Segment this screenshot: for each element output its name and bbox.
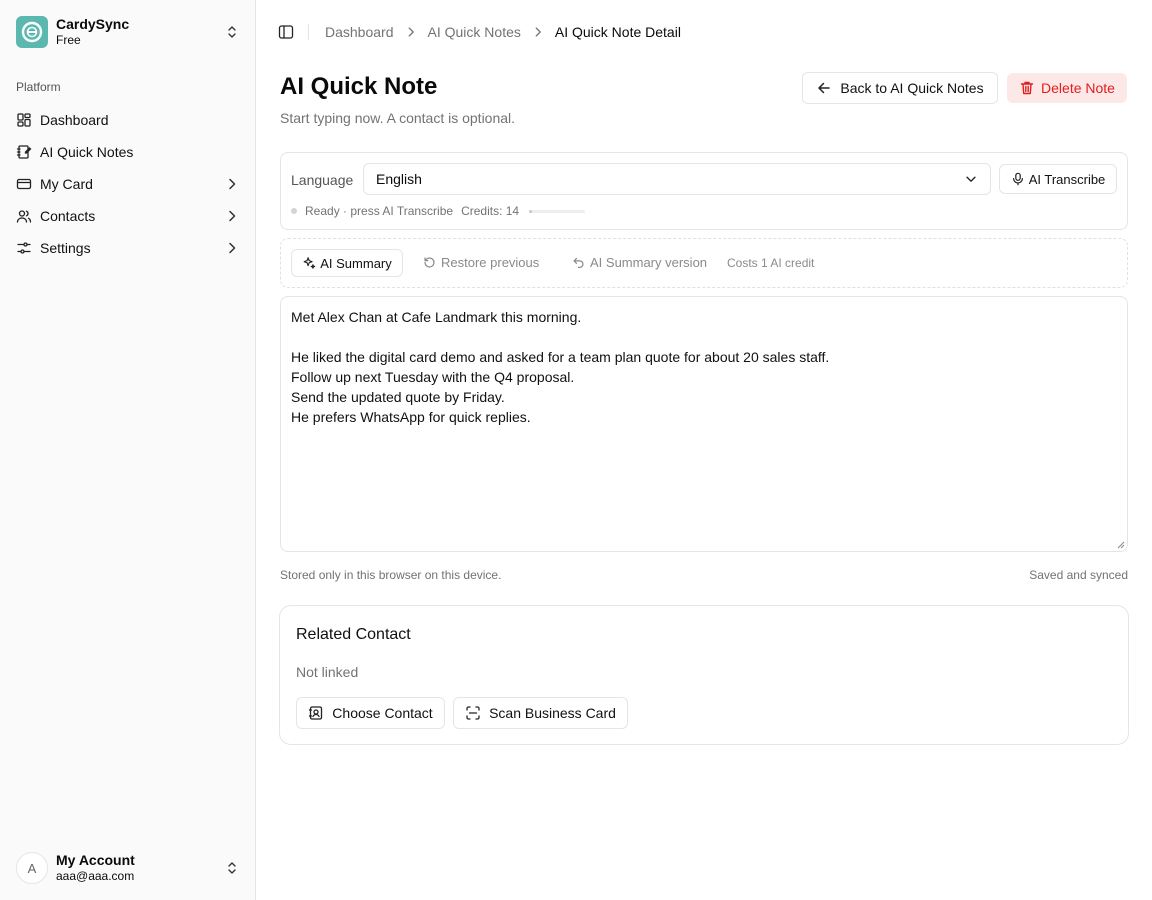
status-dot	[291, 208, 297, 214]
settings-sliders-icon	[16, 240, 32, 256]
page-subtitle: Start typing now. A contact is optional.	[280, 110, 516, 126]
sidebar-nav: Dashboard AI Quick Notes My Card Contact…	[8, 104, 248, 264]
related-contact-status: Not linked	[296, 664, 359, 680]
chevron-right-icon	[531, 25, 545, 39]
chevron-down-icon	[966, 176, 976, 182]
ai-summary-version-button[interactable]: AI Summary version	[572, 255, 707, 270]
note-line: Follow up next Tuesday with the Q4 propo…	[291, 369, 575, 385]
notebook-pen-icon	[16, 144, 32, 160]
trash-icon	[1020, 81, 1034, 95]
panel-left-icon	[278, 25, 294, 39]
team-switcher[interactable]: CardySync Free	[8, 8, 248, 56]
chevrons-up-down-icon	[228, 26, 236, 38]
scan-icon	[466, 706, 480, 720]
breadcrumb: Dashboard AI Quick Notes AI Quick Note D…	[325, 24, 681, 40]
related-contact-card: Related Contact Not linked Choose Contac…	[279, 605, 1129, 745]
team-name: CardySync	[56, 16, 130, 32]
language-value: English	[376, 171, 422, 187]
chevrons-up-down-icon	[228, 862, 236, 874]
dashboard-icon	[16, 112, 32, 128]
topbar: Dashboard AI Quick Notes AI Quick Note D…	[272, 16, 681, 48]
chevron-right-icon	[404, 25, 418, 39]
arrow-left-icon	[818, 82, 831, 94]
scan-card-label: Scan Business Card	[489, 705, 616, 721]
transcribe-button-label: AI Transcribe	[1028, 171, 1106, 187]
restore-button-label: Restore previous	[441, 255, 540, 270]
resize-handle-icon[interactable]	[1117, 541, 1125, 549]
sidebar-item-label: Settings	[40, 240, 91, 256]
back-button-label: Back to AI Quick Notes	[840, 80, 984, 96]
undo-icon	[573, 257, 584, 268]
storage-note: Stored only in this browser on this devi…	[280, 568, 502, 582]
choose-contact-button[interactable]: Choose Contact	[296, 697, 445, 729]
note-line: He prefers WhatsApp for quick replies.	[291, 409, 531, 425]
avatar: A	[16, 852, 48, 884]
summary-button-label: AI Summary	[320, 255, 392, 271]
nav-group-label: Platform	[16, 80, 61, 94]
contact-book-icon	[309, 706, 323, 720]
transcribe-status-row: Ready · press AI Transcribe Credits: 14	[291, 204, 586, 218]
page-title: AI Quick Note	[280, 73, 438, 100]
sidebar-item-label: My Card	[40, 176, 93, 192]
main-content: Dashboard AI Quick Notes AI Quick Note D…	[256, 0, 1152, 900]
divider	[308, 24, 309, 40]
credits-progress-fill	[529, 209, 532, 213]
ai-transcribe-button[interactable]: AI Transcribe	[999, 164, 1117, 194]
delete-button-label: Delete Note	[1041, 80, 1115, 96]
transcribe-status: Ready · press AI Transcribe	[305, 204, 454, 218]
summary-toolbar: AI Summary Restore previous AI Summary v…	[280, 238, 1128, 288]
summary-cost-note: Costs 1 AI credit	[727, 256, 815, 270]
sidebar-item-contacts[interactable]: Contacts	[8, 200, 248, 232]
sidebar: CardySync Free Platform Dashboard AI Qui…	[0, 0, 256, 900]
chevron-right-icon	[229, 210, 236, 222]
sidebar-item-settings[interactable]: Settings	[8, 232, 248, 264]
sidebar-item-label: Dashboard	[40, 112, 109, 128]
restore-previous-button[interactable]: Restore previous	[423, 255, 539, 270]
breadcrumb-current-page: AI Quick Note Detail	[554, 24, 681, 40]
sidebar-item-label: Contacts	[40, 208, 96, 224]
account-switcher[interactable]: A My Account aaa@aaa.com	[8, 844, 248, 892]
credits-progress	[529, 209, 586, 213]
chevron-right-icon	[229, 178, 236, 190]
language-label: Language	[291, 172, 354, 188]
ai-summary-button[interactable]: AI Summary	[291, 249, 403, 277]
language-select[interactable]: English	[363, 163, 991, 195]
team-plan: Free	[56, 33, 81, 47]
user-name: My Account	[56, 852, 135, 868]
credits-count: Credits: 14	[461, 204, 520, 218]
note-line: Send the updated quote by Friday.	[291, 389, 505, 405]
note-textarea[interactable]: Met Alex Chan at Cafe Landmark this morn…	[280, 296, 1128, 552]
note-line	[291, 327, 1117, 347]
credit-card-icon	[16, 176, 32, 192]
users-icon	[16, 208, 32, 224]
breadcrumb-ai-quick-notes[interactable]: AI Quick Notes	[428, 24, 521, 40]
sparkles-icon	[303, 257, 316, 269]
note-line: He liked the digital card demo and asked…	[291, 349, 830, 365]
note-line: Met Alex Chan at Cafe Landmark this morn…	[291, 309, 582, 325]
sidebar-item-ai-quick-notes[interactable]: AI Quick Notes	[8, 136, 248, 168]
user-email: aaa@aaa.com	[56, 869, 135, 883]
chevron-right-icon	[229, 242, 236, 254]
rotate-ccw-icon	[424, 257, 435, 268]
sidebar-item-label: AI Quick Notes	[40, 144, 134, 160]
delete-note-button[interactable]: Delete Note	[1007, 73, 1127, 103]
back-to-notes-button[interactable]: Back to AI Quick Notes	[802, 72, 998, 104]
sidebar-toggle-button[interactable]	[272, 18, 300, 46]
sync-status: Saved and synced	[1029, 568, 1128, 582]
related-contact-title: Related Contact	[296, 626, 411, 643]
cardysync-logo	[16, 16, 48, 48]
microphone-icon	[1012, 172, 1023, 186]
scan-business-card-button[interactable]: Scan Business Card	[453, 697, 628, 729]
version-button-label: AI Summary version	[590, 255, 708, 270]
transcribe-panel: Language English AI Transcribe Ready · p…	[280, 152, 1128, 230]
sidebar-item-dashboard[interactable]: Dashboard	[8, 104, 248, 136]
breadcrumb-dashboard[interactable]: Dashboard	[325, 24, 394, 40]
choose-contact-label: Choose Contact	[332, 705, 433, 721]
sidebar-item-my-card[interactable]: My Card	[8, 168, 248, 200]
